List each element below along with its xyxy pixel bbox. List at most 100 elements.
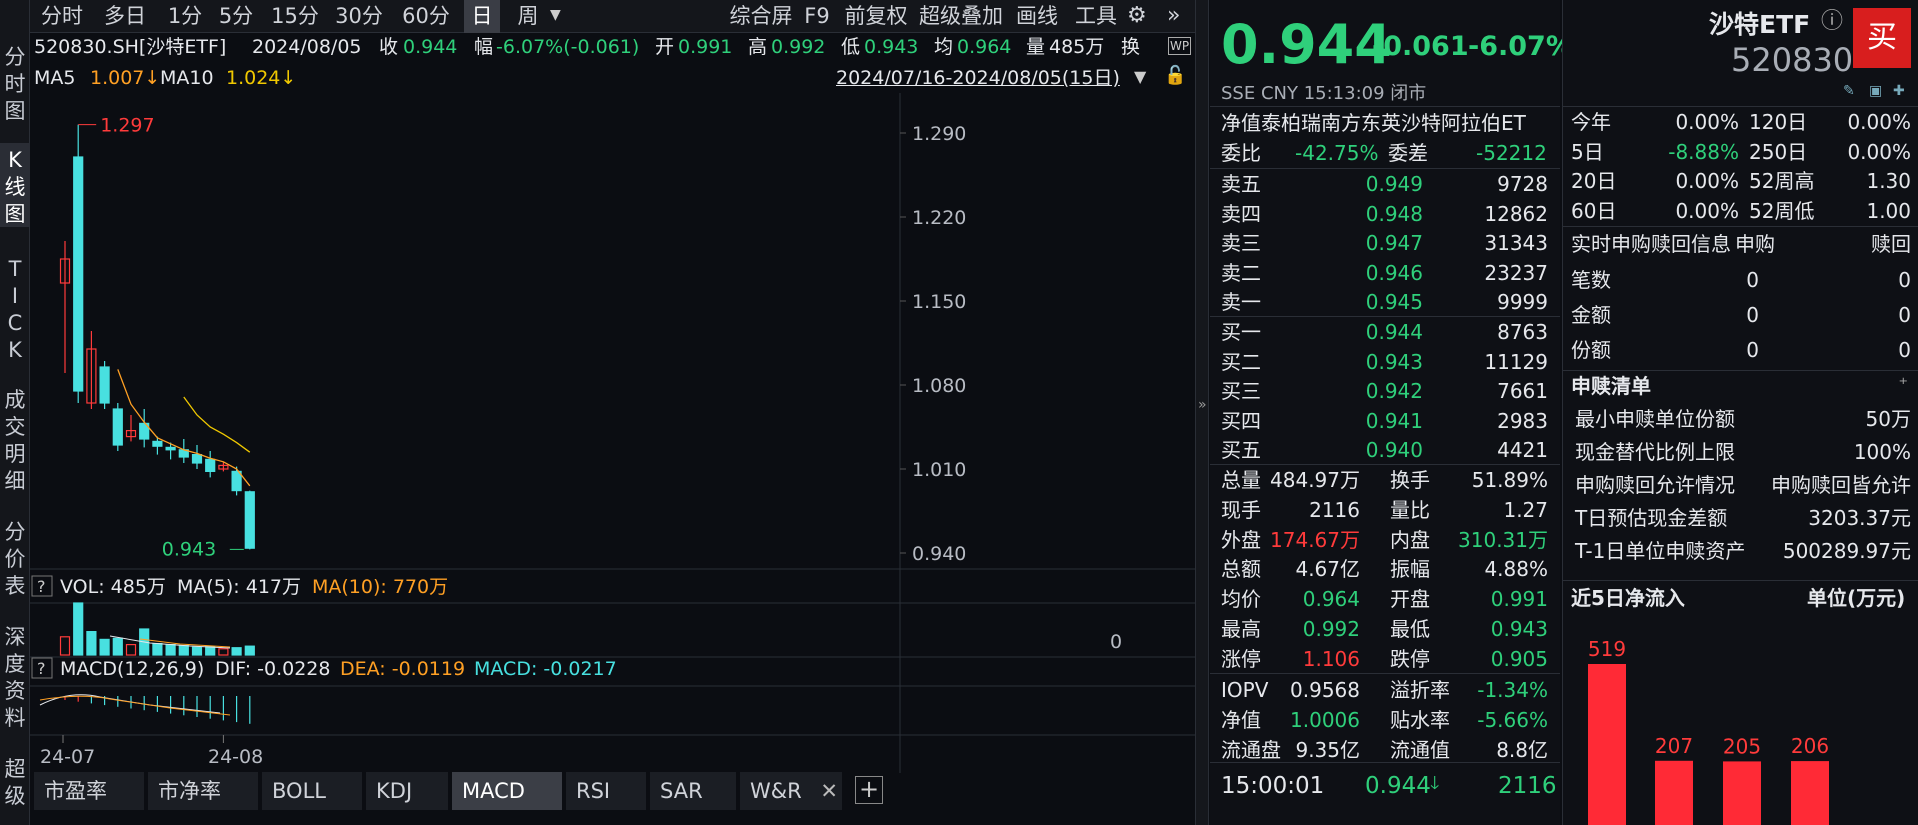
stat-label: 溢折率 bbox=[1390, 678, 1450, 702]
bid-volume: 11129 bbox=[1484, 349, 1548, 374]
vol-bar bbox=[178, 645, 189, 656]
perf-row-2: 20日 0.00% 52周高 1.30 bbox=[1563, 167, 1918, 196]
toolbar-btn-2[interactable]: 前复权 bbox=[840, 0, 912, 33]
close-value: 0.944 bbox=[403, 36, 458, 58]
redeem-row-1: 金额 0 0 bbox=[1563, 301, 1918, 330]
side-tab-3[interactable]: 成 交 明 细 bbox=[0, 383, 30, 493]
perf-value: 0.00% bbox=[1847, 139, 1911, 164]
perf-label: 250日 bbox=[1749, 139, 1808, 164]
list-value: 500289.97元 bbox=[1782, 539, 1911, 563]
vol-bar bbox=[59, 636, 71, 656]
redeem-sell: 0 bbox=[1898, 338, 1911, 362]
toolbar-btn-0[interactable]: 综合屏 bbox=[726, 0, 796, 33]
ma5-value: 1.007↓ bbox=[90, 67, 161, 89]
gear-icon[interactable]: ⚙ bbox=[1127, 5, 1147, 27]
stat2-row-2: 流通盘 9.35亿 流通值 8.8亿 bbox=[1210, 736, 1560, 765]
period-7[interactable]: 日 bbox=[464, 0, 500, 33]
bid-volume: 4421 bbox=[1497, 438, 1548, 462]
high-value: 0.992 bbox=[771, 36, 826, 58]
stat-row-1: 现手 2116 量比 1.27 bbox=[1210, 496, 1560, 525]
indicator-tab-4[interactable]: MACD bbox=[452, 772, 564, 810]
stat2-row-0: IOPV 0.9568 溢折率 -1.34% bbox=[1210, 676, 1560, 705]
perf-label: 52周低 bbox=[1749, 198, 1815, 223]
expand-icon[interactable]: » bbox=[1167, 5, 1180, 27]
indicator-tab-5[interactable]: RSI bbox=[566, 772, 648, 810]
info-icon[interactable]: ⓘ bbox=[1821, 11, 1843, 33]
bid-row-3: 买四 0.941 2983 bbox=[1210, 407, 1560, 436]
close-icon[interactable]: ✕ bbox=[820, 772, 838, 810]
side-tab-2[interactable]: T I C K bbox=[0, 252, 30, 362]
perf-row-3: 60日 0.00% 52周低 1.00 bbox=[1563, 197, 1918, 226]
redeem-label: 金额 bbox=[1571, 303, 1611, 327]
screenshot-icon[interactable]: WP bbox=[1168, 37, 1192, 55]
side-tab-5[interactable]: 深 度 资 料 bbox=[0, 620, 30, 730]
stat-row-5: 最高 0.992 最低 0.943 bbox=[1210, 615, 1560, 644]
side-tab-1[interactable]: K 线 图 bbox=[0, 143, 30, 227]
kline-chart[interactable]: 1.290 1.220 1.150 1.080 1.010 0.940 1.297 0.943… bbox=[30, 93, 1195, 773]
stat-label: 流通盘 bbox=[1221, 737, 1281, 762]
indicator-tab-1[interactable]: 市净率 bbox=[148, 772, 260, 810]
indicator-tab-7[interactable]: W&R ✕ bbox=[740, 772, 844, 810]
redeem-title: 实时申购赎回信息 bbox=[1571, 232, 1731, 256]
date-range[interactable]: 2024/07/16-2024/08/05(15日) bbox=[836, 69, 1120, 88]
indicator-tab-0[interactable]: 市盈率 bbox=[34, 772, 146, 810]
bid-volume: 2983 bbox=[1497, 408, 1548, 433]
lock-icon[interactable]: 🔓 bbox=[1164, 67, 1186, 85]
period-1[interactable]: 多日 bbox=[95, 0, 155, 33]
window-icon[interactable]: ▣ bbox=[1869, 84, 1882, 98]
perf-value: 1.30 bbox=[1866, 169, 1911, 193]
bid-price: 0.943 bbox=[1365, 349, 1423, 374]
max-label: 1.297 bbox=[100, 115, 154, 137]
stat-label: 贴水率 bbox=[1390, 707, 1450, 732]
ma5-label: MA5 bbox=[34, 67, 76, 89]
edit-icon[interactable]: ✎ bbox=[1843, 84, 1855, 98]
period-8[interactable]: 周 bbox=[508, 0, 548, 33]
vol-bar bbox=[191, 646, 203, 656]
wb-value: -42.75% bbox=[1295, 141, 1379, 165]
candle-body bbox=[231, 470, 242, 492]
vol-bar bbox=[86, 630, 97, 656]
low-label: 低 bbox=[841, 36, 861, 58]
period-6[interactable]: 60分 bbox=[396, 0, 456, 33]
toolbar-btn-5[interactable]: 工具 bbox=[1070, 0, 1122, 33]
toolbar-btn-4[interactable]: 画线 bbox=[1010, 0, 1064, 33]
list-value: 100% bbox=[1853, 440, 1911, 464]
ask-label: 卖五 bbox=[1221, 172, 1261, 196]
tick-volume: 2116 bbox=[1498, 773, 1557, 799]
period-0[interactable]: 分时 bbox=[34, 0, 90, 33]
redeem-row-0: 笔数 0 0 bbox=[1563, 266, 1918, 295]
toolbar-btn-3[interactable]: 超级叠加 bbox=[916, 0, 1006, 33]
ask-price: 0.948 bbox=[1365, 201, 1423, 226]
add-icon[interactable]: ✚ bbox=[1893, 84, 1905, 98]
side-tab-6[interactable]: 超 级 bbox=[0, 752, 30, 808]
stat-label: 内盘 bbox=[1390, 527, 1430, 552]
stat-value: 1.27 bbox=[1503, 497, 1548, 522]
flow-title: 近5日净流入 bbox=[1571, 586, 1685, 610]
period-4[interactable]: 15分 bbox=[267, 0, 323, 33]
dea-line bbox=[39, 695, 231, 716]
collapse-icon[interactable]: » bbox=[1198, 398, 1207, 412]
period-3[interactable]: 5分 bbox=[212, 0, 260, 33]
list-value: 50万 bbox=[1865, 407, 1911, 431]
ask-price: 0.946 bbox=[1365, 260, 1423, 285]
list-expand-icon[interactable]: ⁺ bbox=[1898, 376, 1908, 394]
indicator-tab-2[interactable]: BOLL bbox=[262, 772, 364, 810]
add-tab-button[interactable]: + bbox=[855, 776, 883, 804]
avg-label: 均 bbox=[934, 36, 954, 58]
period-2[interactable]: 1分 bbox=[163, 0, 207, 33]
indicator-tab-3[interactable]: KDJ bbox=[366, 772, 450, 810]
range-dropdown-icon[interactable]: ▼ bbox=[1134, 69, 1146, 85]
side-tab-0[interactable]: 分 时 图 bbox=[0, 40, 30, 128]
side-tab-4[interactable]: 分 价 表 bbox=[0, 515, 30, 599]
perf-label: 60日 bbox=[1571, 198, 1617, 223]
list-row-3: T日预估现金差额 3203.37元 bbox=[1563, 504, 1918, 533]
inflow-bar bbox=[1723, 761, 1761, 825]
period-5[interactable]: 30分 bbox=[330, 0, 388, 33]
chevron-down-icon[interactable]: ▼ bbox=[550, 8, 561, 22]
toolbar-btn-1[interactable]: F9 bbox=[798, 0, 836, 33]
period-toolbar: ▼ ⚙ » 分时 多日 1分 5分 15分 30分 60分日周 综合屏 F9 前复权 超级叠加 画线工… bbox=[30, 0, 1195, 33]
buy-button[interactable]: 买 bbox=[1853, 8, 1911, 68]
panel-splitter[interactable]: » bbox=[1195, 0, 1209, 825]
indicator-tab-6[interactable]: SAR bbox=[650, 772, 738, 810]
x-date-1: 24-08 bbox=[208, 746, 263, 768]
